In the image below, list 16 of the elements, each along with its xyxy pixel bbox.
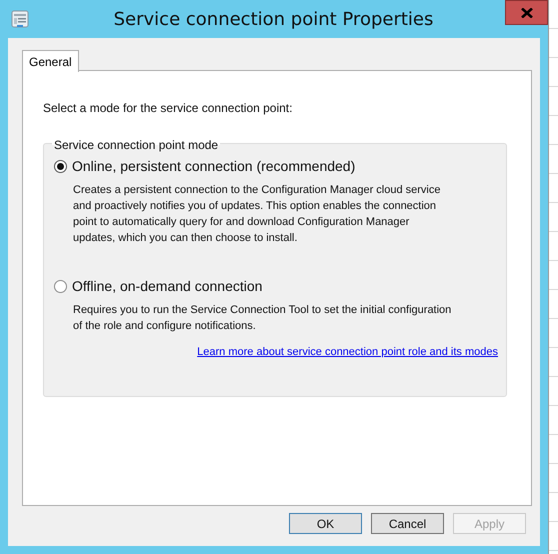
dialog-button[interactable]: Cancel bbox=[371, 513, 444, 534]
properties-icon bbox=[11, 10, 29, 28]
close-icon bbox=[520, 8, 532, 18]
radio-button[interactable] bbox=[54, 160, 67, 172]
option-description: Requires you to run the Service Connection Tool to set the initial configuration of the role and configure notifications. bbox=[73, 303, 452, 334]
radio-option[interactable]: Online, persistent connection (recommended) bbox=[54, 158, 498, 174]
radio-button[interactable] bbox=[54, 280, 67, 292]
radio-option[interactable]: Offline, on-demand connection bbox=[54, 278, 498, 294]
group-title: Service connection point mode bbox=[52, 138, 220, 152]
learn-more-link[interactable]: Learn more about service connection point role and its modes bbox=[197, 346, 498, 358]
instruction-text: Select a mode for the service connection point: bbox=[43, 101, 294, 115]
option-description: Creates a persistent connection to the Configuration Manager cloud service and proactively notifies you of updates. This option enables the connection point to automatically query for and download Configuration Manager updates, which you can then choose to install. bbox=[73, 183, 442, 246]
window-title: Service connection point Properties bbox=[112, 8, 434, 30]
tab[interactable]: General bbox=[22, 50, 79, 72]
dialog-button[interactable]: OK bbox=[289, 513, 362, 534]
close-button[interactable] bbox=[505, 0, 548, 25]
